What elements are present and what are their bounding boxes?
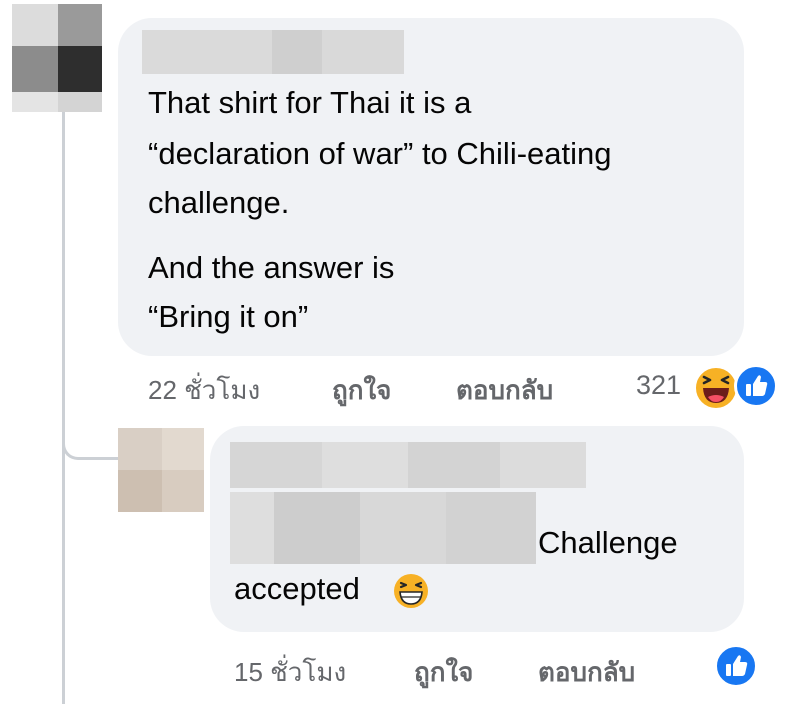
comment-text-line: “declaration of war” to Chili-eating: [148, 136, 612, 171]
reply-link[interactable]: ตอบกลับ: [538, 652, 635, 693]
comment-timestamp[interactable]: 22 ชั่วโมง: [148, 370, 260, 411]
thread-line: [62, 112, 65, 704]
comment-text-line: That shirt for Thai it is a: [148, 85, 472, 120]
avatar[interactable]: [12, 4, 102, 112]
comment-text-line: “Bring it on”: [148, 299, 309, 334]
thumbs-up-icon: [746, 375, 768, 396]
haha-icon[interactable]: [694, 366, 738, 410]
thread-branch: [62, 440, 122, 460]
like-reaction-icon[interactable]: [734, 364, 778, 408]
like-reaction-icon[interactable]: [714, 644, 758, 688]
comment-text-line: And the answer is: [148, 250, 395, 285]
tagged-name-blurred[interactable]: [230, 492, 536, 564]
replier-name-blurred[interactable]: [230, 442, 586, 488]
commenter-name-blurred[interactable]: [142, 30, 404, 74]
like-link[interactable]: ถูกใจ: [332, 370, 391, 411]
avatar[interactable]: [118, 428, 204, 512]
like-link[interactable]: ถูกใจ: [414, 652, 473, 693]
thumbs-up-icon: [726, 655, 748, 676]
reply-text-line: Challenge: [538, 525, 678, 560]
reply-timestamp[interactable]: 15 ชั่วโมง: [234, 652, 346, 693]
reaction-count[interactable]: 321: [636, 370, 681, 401]
reply-text-line: accepted: [234, 571, 360, 606]
comment-text-line: challenge.: [148, 185, 290, 220]
grinning-face-icon: [394, 574, 428, 608]
reply-link[interactable]: ตอบกลับ: [456, 370, 553, 411]
